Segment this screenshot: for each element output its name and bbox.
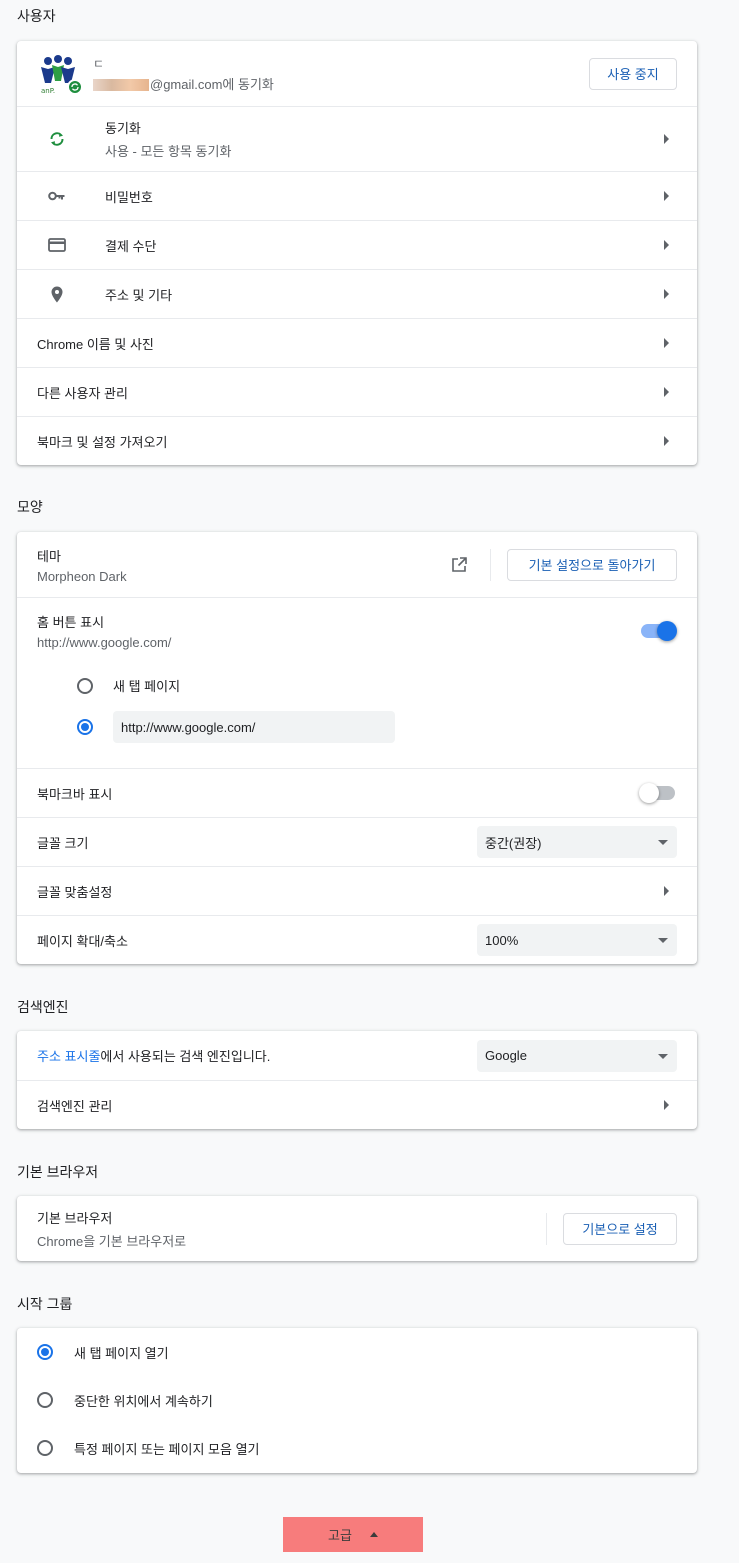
search-engine-card: 주소 표시줄에서 사용되는 검색 엔진입니다. Google 검색엔진 관리 [17,1031,697,1129]
startup-option-continue-label: 중단한 위치에서 계속하기 [74,1393,213,1409]
people-card: anP. ㄷ @gmail.com에 동기화 사용 중지 동기화 사용 - 모든… [17,41,697,465]
startup-option-new-tab[interactable]: 새 탭 페이지 열기 [37,1328,677,1376]
address-bar-link[interactable]: 주소 표시줄 [37,1049,100,1064]
home-button-toggle[interactable] [641,621,677,641]
dropdown-arrow-icon [658,840,668,845]
credit-card-icon [37,238,77,252]
section-title-people: 사용자 [17,8,56,24]
location-pin-icon [37,286,77,303]
payment-methods-label: 결제 수단 [105,238,157,254]
customize-fonts-label: 글꼴 맞춤설정 [37,884,113,900]
sync-label: 동기화 [105,121,141,136]
open-in-new-icon[interactable] [450,556,468,574]
home-button-url: http://www.google.com/ [37,635,172,650]
advanced-button[interactable]: 고급 [283,1517,423,1552]
radio-startup-new-tab[interactable] [37,1344,53,1360]
font-size-row: 글꼴 크기 중간(권장) [17,817,697,866]
home-button-section: 홈 버튼 표시 http://www.google.com/ 새 탭 페이지 h… [17,597,697,768]
passwords-row[interactable]: 비밀번호 [17,171,697,220]
theme-value: Morpheon Dark [37,568,127,584]
manage-search-engines-label: 검색엔진 관리 [37,1098,113,1114]
page-zoom-label: 페이지 확대/축소 [37,933,128,949]
bookmarks-bar-label: 북마크바 표시 [37,786,113,802]
sync-badge-icon [67,78,83,95]
import-bookmarks-label: 북마크 및 설정 가져오기 [37,434,168,450]
addresses-row[interactable]: 주소 및 기타 [17,269,697,318]
stop-sync-button[interactable]: 사용 중지 [589,57,677,90]
page-zoom-row: 페이지 확대/축소 100% [17,915,697,964]
bookmarks-bar-row[interactable]: 북마크바 표시 [17,768,697,817]
svg-text:anP.: anP. [41,87,55,95]
chevron-right-icon [664,191,669,201]
default-browser-label: 기본 브라우저 [37,1210,113,1226]
search-engine-description: 주소 표시줄에서 사용되는 검색 엔진입니다. [37,1049,271,1064]
divider [490,548,491,581]
startup-option-continue[interactable]: 중단한 위치에서 계속하기 [37,1376,677,1424]
chrome-name-photo-row[interactable]: Chrome 이름 및 사진 [17,318,697,367]
manage-other-people-label: 다른 사용자 관리 [37,385,128,401]
sync-icon [37,130,77,148]
section-title-on-startup: 시작 그룹 [17,1296,73,1312]
home-button-label: 홈 버튼 표시 [37,615,105,630]
divider [546,1212,547,1245]
section-title-search-engine: 검색엔진 [17,999,69,1015]
avatar: anP. [35,51,83,97]
theme-label: 테마 [37,548,61,564]
on-startup-card: 새 탭 페이지 열기 중단한 위치에서 계속하기 특정 페이지 또는 페이지 모… [17,1328,697,1473]
home-url-input[interactable]: http://www.google.com/ [113,711,395,743]
chevron-right-icon [664,436,669,446]
redacted-email-blur [93,78,149,91]
chrome-name-photo-label: Chrome 이름 및 사진 [37,336,154,352]
section-title-default-browser: 기본 브라우저 [17,1164,99,1180]
chevron-right-icon [664,289,669,299]
account-name: ㄷ [93,56,105,71]
make-default-button[interactable]: 기본으로 설정 [563,1212,677,1245]
key-icon [37,191,77,201]
passwords-label: 비밀번호 [105,189,153,205]
startup-option-specific-pages[interactable]: 특정 페이지 또는 페이지 모음 열기 [37,1424,677,1472]
chevron-right-icon [664,886,669,896]
sync-row[interactable]: 동기화 사용 - 모든 항목 동기화 [17,106,697,171]
reset-theme-button[interactable]: 기본 설정으로 돌아가기 [507,548,677,581]
chevron-right-icon [664,1100,669,1110]
default-browser-row: 기본 브라우저 Chrome을 기본 브라우저로 기본으로 설정 [17,1196,697,1261]
chevron-right-icon [664,338,669,348]
customize-fonts-row[interactable]: 글꼴 맞춤설정 [17,866,697,915]
font-size-select[interactable]: 중간(권장) [477,826,677,858]
startup-option-new-tab-label: 새 탭 페이지 열기 [74,1345,169,1361]
chevron-right-icon [664,134,669,144]
appearance-card: 테마 Morpheon Dark 기본 설정으로 돌아가기 홈 버튼 표시 ht… [17,532,697,964]
account-row: anP. ㄷ @gmail.com에 동기화 사용 중지 [17,41,697,106]
chevron-right-icon [664,240,669,250]
section-title-appearance: 모양 [17,499,43,515]
dropdown-arrow-icon [658,938,668,943]
import-bookmarks-row[interactable]: 북마크 및 설정 가져오기 [17,416,697,465]
page-zoom-select[interactable]: 100% [477,924,677,956]
theme-row: 테마 Morpheon Dark 기본 설정으로 돌아가기 [17,532,697,597]
dropdown-arrow-icon [658,1053,668,1059]
manage-search-engines-row[interactable]: 검색엔진 관리 [17,1080,697,1129]
startup-option-specific-pages-label: 특정 페이지 또는 페이지 모음 열기 [74,1441,260,1457]
chevron-right-icon [664,387,669,397]
radio-startup-specific-pages[interactable] [37,1440,53,1456]
search-engine-row: 주소 표시줄에서 사용되는 검색 엔진입니다. Google [17,1031,697,1080]
chevron-up-icon [369,1532,378,1537]
bookmarks-bar-toggle[interactable] [639,783,675,803]
radio-new-tab[interactable] [77,677,93,694]
default-browser-card: 기본 브라우저 Chrome을 기본 브라우저로 기본으로 설정 [17,1196,697,1261]
payment-methods-row[interactable]: 결제 수단 [17,220,697,269]
home-option-new-tab-label: 새 탭 페이지 [113,679,181,694]
default-browser-status: Chrome을 기본 브라우저로 [37,1233,187,1249]
account-email: @gmail.com에 동기화 [93,74,589,93]
font-size-label: 글꼴 크기 [37,835,89,851]
radio-startup-continue[interactable] [37,1392,53,1408]
advanced-label: 고급 [328,1528,352,1543]
home-option-custom-url[interactable]: http://www.google.com/ [77,711,395,743]
addresses-label: 주소 및 기타 [105,287,173,303]
radio-custom-url[interactable] [77,719,93,735]
sync-status: 사용 - 모든 항목 동기화 [105,144,232,159]
search-engine-select[interactable]: Google [477,1039,677,1072]
home-option-new-tab[interactable]: 새 탭 페이지 [77,676,180,695]
manage-other-people-row[interactable]: 다른 사용자 관리 [17,367,697,416]
